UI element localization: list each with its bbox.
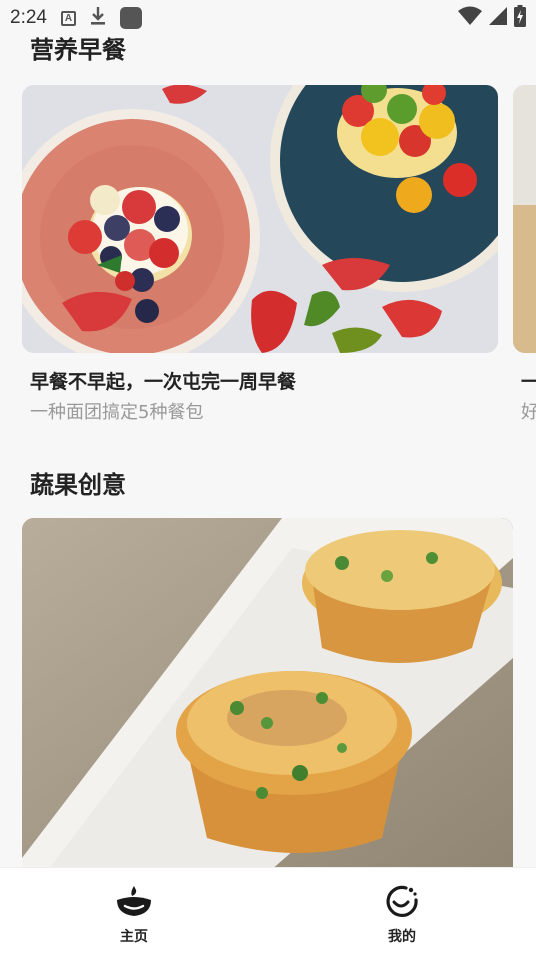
recipe-title: 一 [521, 371, 536, 393]
breakfast-carousel[interactable]: 早餐不早起，一次屯完一周早餐 一种面团搞定5种餐包 一 好 [22, 85, 536, 430]
status-time: 2:24 [10, 7, 47, 28]
wifi-icon [458, 6, 482, 30]
status-bar: 2:24 A [0, 0, 536, 36]
bottom-tab-bar: 主页 我的 [0, 867, 536, 955]
recipe-image[interactable] [22, 85, 498, 353]
tab-home-label: 主页 [120, 929, 148, 945]
battery-icon [514, 5, 526, 31]
recipe-subtitle: 一种面团搞定5种餐包 [30, 402, 204, 423]
home-bowl-icon [115, 884, 153, 922]
smiley-moon-icon [384, 884, 420, 922]
signal-icon [488, 6, 508, 30]
tab-profile[interactable]: 我的 [268, 868, 536, 955]
featured-recipe-image[interactable] [22, 518, 513, 878]
app-icon [119, 7, 142, 29]
recipe-card[interactable]: 早餐不早起，一次屯完一周早餐 一种面团搞定5种餐包 [22, 85, 498, 424]
download-icon [90, 6, 106, 30]
recipe-title: 早餐不早起，一次屯完一周早餐 [30, 371, 297, 393]
tab-home[interactable]: 主页 [0, 868, 268, 955]
recipe-image[interactable] [513, 85, 536, 353]
a-icon: A [60, 10, 76, 26]
recipe-subtitle: 好 [521, 402, 536, 423]
tab-profile-label: 我的 [388, 929, 416, 945]
section-title-veg-fruit: 蔬果创意 [30, 471, 126, 499]
recipe-card[interactable]: 一 好 [513, 85, 536, 424]
